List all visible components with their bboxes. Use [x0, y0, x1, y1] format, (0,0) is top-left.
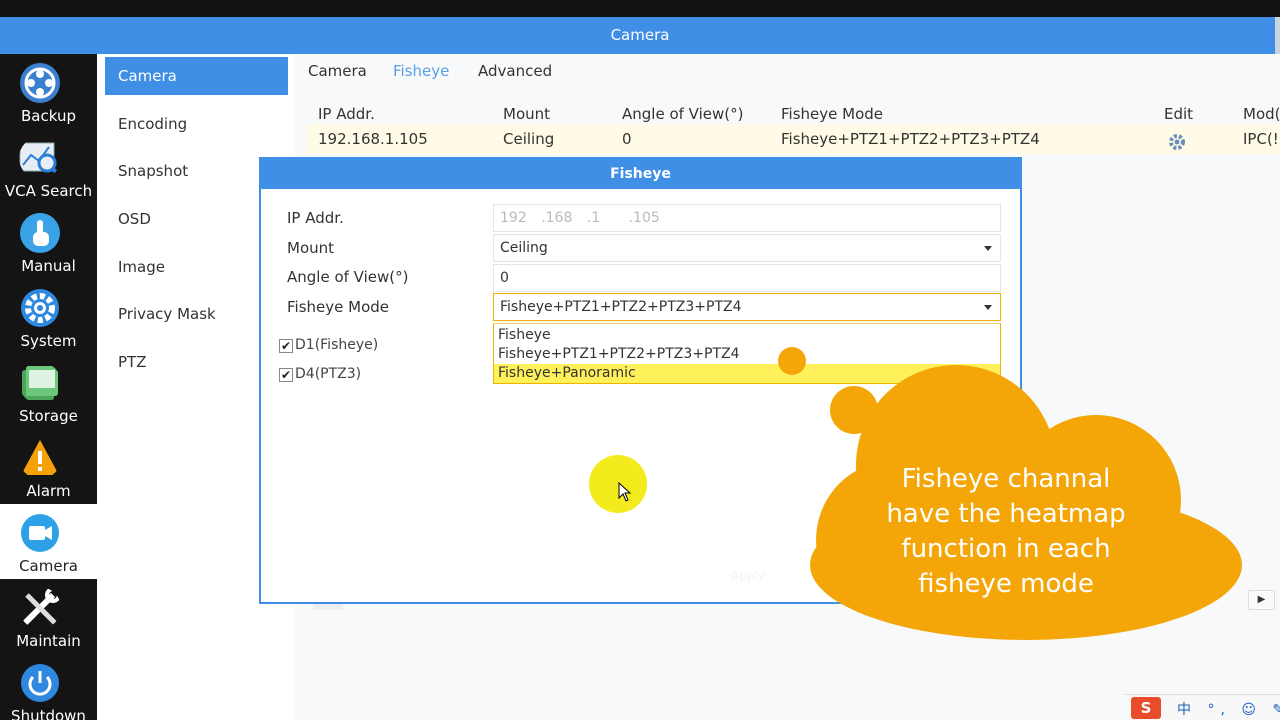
nav-item-backup[interactable]: Backup [0, 54, 97, 129]
window-title-bar: Camera [0, 17, 1280, 54]
nav-item-alarm[interactable]: Alarm [0, 429, 97, 504]
edit-gear-icon[interactable] [1167, 132, 1187, 152]
title-bar-edge [1275, 17, 1280, 54]
callout-line: Fisheye channal [901, 464, 1111, 494]
nav-label: Storage [19, 407, 78, 425]
column-header-edit: Edit [1164, 105, 1194, 123]
storage-icon [22, 366, 58, 400]
fisheye-mode-select[interactable]: Fisheye+PTZ1+PTZ2+PTZ3+PTZ4 [493, 293, 1001, 321]
main-nav-rail: Backup VCA Search Manual System Storage … [0, 54, 97, 720]
cell-angle: 0 [622, 130, 632, 148]
ime-toolbar: S 中 °, ☺ ✎ [1125, 694, 1280, 720]
ip-address-field[interactable]: 192 .168 .1 .105 [493, 204, 1001, 232]
manual-icon [20, 213, 60, 253]
ip-label: IP Addr. [287, 209, 344, 227]
dialog-title: Fisheye [261, 159, 1020, 189]
checkbox-d1-fisheye[interactable]: ✔ D1(Fisheye) [279, 337, 378, 353]
column-header-ip: IP Addr. [318, 105, 375, 123]
fisheye-mode-value: Fisheye+PTZ1+PTZ2+PTZ3+PTZ4 [500, 299, 742, 315]
submenu-item-camera[interactable]: Camera [105, 57, 288, 95]
angle-field[interactable]: 0 [493, 264, 1001, 292]
nav-label: Backup [21, 107, 76, 125]
cell-ip: 192.168.1.105 [318, 130, 428, 148]
nav-item-camera[interactable]: Camera [0, 504, 97, 579]
window-title: Camera [610, 26, 670, 44]
tab-camera[interactable]: Camera [308, 62, 367, 80]
mount-value: Ceiling [500, 240, 548, 256]
tab-fisheye[interactable]: Fisheye [393, 62, 449, 80]
cell-fisheye-mode: Fisheye+PTZ1+PTZ2+PTZ3+PTZ4 [781, 130, 1040, 148]
nav-item-storage[interactable]: Storage [0, 354, 97, 429]
cell-model: IPC(! [1243, 130, 1279, 148]
ime-tools[interactable]: 中 °, ☺ ✎ [1177, 699, 1280, 719]
cell-mount: Ceiling [503, 130, 555, 148]
fisheye-mode-label: Fisheye Mode [287, 298, 389, 316]
mouse-pointer-icon [618, 482, 632, 502]
power-icon [21, 664, 59, 702]
nav-item-system[interactable]: System [0, 279, 97, 354]
column-header-fisheye-mode: Fisheye Mode [781, 105, 883, 123]
backup-icon [20, 63, 60, 103]
nav-item-maintain[interactable]: Maintain [0, 579, 97, 654]
callout-line: function in each [901, 534, 1111, 564]
checkbox-label: D4(PTZ3) [295, 366, 362, 382]
checkbox-checked-icon: ✔ [279, 339, 293, 353]
callout-line: fisheye mode [918, 569, 1094, 599]
ip-octet: 192 [500, 210, 527, 226]
ip-octet: .1 [586, 210, 601, 226]
angle-value: 0 [500, 270, 509, 286]
chevron-down-icon [984, 305, 992, 310]
nav-item-shutdown[interactable]: Shutdown [0, 654, 97, 720]
mount-select[interactable]: Ceiling [493, 234, 1001, 262]
nav-label: Manual [21, 257, 76, 275]
nav-label: VCA Search [4, 182, 93, 200]
checkbox-checked-icon: ✔ [279, 368, 293, 382]
maintain-icon [22, 587, 61, 626]
gear-icon [21, 289, 59, 327]
checkbox-label: D1(Fisheye) [295, 337, 379, 353]
nav-label: Shutdown [11, 707, 86, 720]
ip-octet: .168 [541, 210, 573, 226]
angle-label: Angle of View(°) [287, 268, 409, 286]
top-black-bar [0, 0, 1280, 17]
column-header-model: Mod( [1243, 105, 1280, 123]
scroll-right-button[interactable]: ▶ [1248, 590, 1275, 610]
mount-label: Mount [287, 239, 335, 257]
callout-line: have the heatmap [886, 499, 1126, 529]
nav-label: System [20, 332, 77, 350]
nav-item-manual[interactable]: Manual [0, 204, 97, 279]
nav-label: Camera [19, 557, 78, 575]
chevron-down-icon [984, 246, 992, 251]
ip-octet: .105 [628, 210, 660, 226]
callout-bubble-small [778, 347, 806, 375]
callout-text: Fisheye channal have the heatmap functio… [846, 462, 1166, 602]
nav-item-vca-search[interactable]: VCA Search [0, 129, 97, 204]
option-fisheye[interactable]: Fisheye [494, 326, 1000, 345]
submenu-item-encoding[interactable]: Encoding [105, 105, 288, 143]
nav-label: Maintain [16, 632, 81, 650]
nav-label: Alarm [26, 482, 71, 500]
column-header-angle: Angle of View(°) [622, 105, 744, 123]
checkbox-d4-ptz3[interactable]: ✔ D4(PTZ3) [279, 366, 361, 382]
column-header-mount: Mount [503, 105, 551, 123]
tab-advanced[interactable]: Advanced [478, 62, 552, 80]
camera-icon [21, 514, 59, 552]
ime-logo[interactable]: S [1131, 697, 1161, 719]
apply-button[interactable]: Apply [731, 569, 765, 583]
vca-search-icon [19, 142, 61, 177]
alarm-icon [21, 440, 59, 475]
